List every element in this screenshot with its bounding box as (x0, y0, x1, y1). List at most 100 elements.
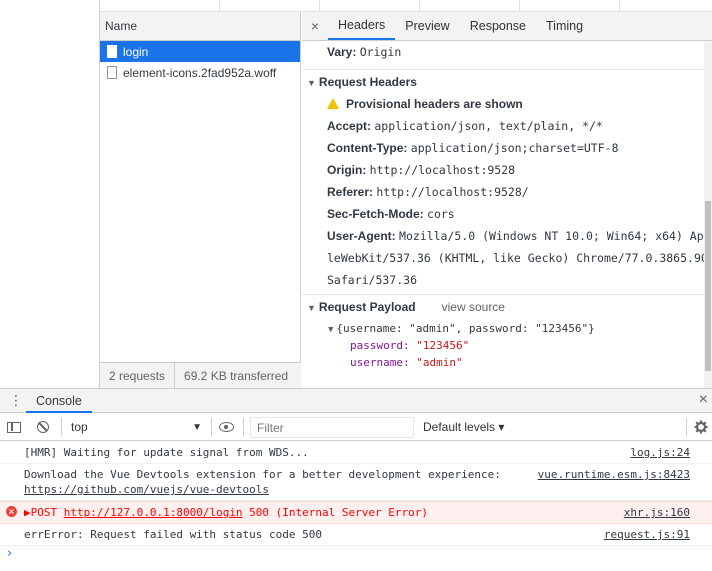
header-value: cors (427, 207, 455, 221)
header-value: Safari/537.36 (327, 273, 418, 287)
error-icon: × (6, 506, 17, 517)
header-key: Referer: (327, 185, 374, 199)
detail-scrollbar[interactable] (704, 41, 712, 388)
payload-value: "admin" (416, 356, 463, 369)
warning-text: Provisional headers are shown (346, 97, 523, 111)
request-detail-pane: × Headers Preview Response Timing Vary: … (302, 12, 712, 388)
section-title: Request Payload (318, 300, 416, 314)
header-key: User-Agent: (327, 229, 396, 243)
clear-console-button[interactable] (37, 413, 49, 441)
payload-summary[interactable]: ▼ {username: "admin", password: "123456"} (302, 320, 704, 337)
message-text: [HMR] Waiting for update signal from WDS… (24, 446, 309, 459)
scrollbar-thumb[interactable] (705, 201, 711, 371)
eye-icon (219, 422, 234, 432)
header-vary: Vary: Origin (302, 41, 704, 63)
provisional-warning: Provisional headers are shown (302, 93, 704, 115)
message-text: 500 (Internal Server Error) (242, 506, 428, 519)
name-column-header[interactable]: Name (100, 12, 300, 41)
section-title: Request Headers (318, 75, 417, 89)
clear-console-icon (37, 421, 49, 433)
gear-icon (694, 420, 708, 434)
view-source-link[interactable]: view source (442, 300, 505, 314)
context-selector[interactable]: top ▼ (71, 413, 206, 441)
header-key: Content-Type: (327, 141, 408, 155)
tab-console[interactable]: Console (26, 389, 92, 413)
tab-response[interactable]: Response (460, 12, 536, 40)
header-key: Accept: (327, 119, 372, 133)
header-key: Origin: (327, 163, 367, 177)
collapse-triangle-icon: ▼ (307, 303, 316, 313)
source-link[interactable]: xhr.js:160 (624, 505, 690, 520)
request-payload-section[interactable]: ▼ Request Payload view source (302, 294, 704, 318)
request-row-login[interactable]: login (100, 41, 300, 62)
header-user-agent-cont: leWebKit/537.36 (KHTML, like Gecko) Chro… (302, 247, 704, 269)
console-message: Download the Vue Devtools extension for … (0, 464, 712, 501)
header-value: http://localhost:9528/ (376, 185, 529, 199)
overview-divider (419, 0, 420, 12)
dropdown-arrow-icon: ▼ (192, 421, 202, 433)
sidebar-toggle-icon (7, 421, 21, 433)
network-summary-bar: 2 requests 69.2 KB transferred (100, 362, 301, 389)
divider (61, 418, 62, 436)
overview-divider (319, 0, 320, 12)
divider (243, 418, 244, 436)
headers-content: Vary: Origin ▼ Request Headers Provisiona… (302, 41, 704, 388)
header-value: http://localhost:9528 (369, 163, 516, 177)
header-content-type: Content-Type: application/json;charset=U… (302, 137, 704, 159)
sidebar-toggle-button[interactable] (7, 413, 21, 441)
tab-headers[interactable]: Headers (328, 12, 396, 40)
header-key: Vary: (327, 45, 357, 59)
file-icon (107, 45, 117, 58)
header-user-agent-cont: Safari/537.36 (302, 269, 704, 291)
close-detail-icon[interactable]: × (302, 12, 328, 40)
source-link[interactable]: request.js:91 (604, 527, 690, 542)
console-messages: [HMR] Waiting for update signal from WDS… (0, 442, 712, 571)
live-expression-button[interactable] (219, 413, 234, 441)
transferred-size: 69.2 KB transferred (184, 368, 289, 383)
waterfall-overview-strip (100, 0, 712, 12)
warning-icon (327, 98, 339, 109)
log-levels-dropdown[interactable]: Default levels ▾ (423, 413, 504, 441)
console-error-message[interactable]: × ▶POST http://127.0.0.1:8000/login 500 … (0, 501, 712, 524)
drawer-tabbar: ⋮ Console × (0, 388, 712, 413)
request-list: Name login element-icons.2fad952a.woff 2… (100, 12, 301, 389)
divider (211, 418, 212, 436)
request-name: element-icons.2fad952a.woff (123, 65, 277, 80)
header-value: Origin (359, 45, 402, 59)
payload-summary-text: {username: "admin", password: "123456"} (336, 322, 595, 335)
header-key: Sec-Fetch-Mode: (327, 207, 424, 221)
payload-field: username: "admin" (302, 354, 704, 371)
devtools-link[interactable]: https://github.com/vuejs/vue-devtools (24, 482, 690, 497)
overview-divider (519, 0, 520, 12)
payload-field: password: "123456" (302, 337, 704, 354)
filter-input[interactable] (250, 417, 414, 438)
more-menu-icon[interactable]: ⋮ (9, 393, 23, 407)
console-toolbar: top ▼ Default levels ▾ (0, 413, 712, 441)
request-row-woff[interactable]: element-icons.2fad952a.woff (100, 62, 300, 83)
payload-key: password: (350, 339, 410, 352)
header-accept: Accept: application/json, text/plain, */… (302, 115, 704, 137)
tab-preview[interactable]: Preview (395, 12, 459, 40)
source-link[interactable]: vue.runtime.esm.js:8423 (538, 467, 690, 482)
context-label: top (71, 420, 88, 434)
expand-triangle-icon: ▼ (328, 325, 334, 335)
header-value: application/json, text/plain, */* (374, 119, 603, 133)
request-method: ▶POST (24, 506, 64, 519)
console-prompt-line[interactable]: › (0, 546, 712, 564)
prompt-chevron-icon: › (7, 546, 13, 561)
header-value: application/json;charset=UTF-8 (410, 141, 619, 155)
console-settings-button[interactable] (694, 413, 708, 441)
request-count: 2 requests (109, 368, 166, 383)
left-gutter (0, 0, 100, 388)
close-drawer-icon[interactable]: × (699, 391, 708, 409)
header-value: leWebKit/537.36 (KHTML, like Gecko) Chro… (327, 251, 704, 265)
console-message: [HMR] Waiting for update signal from WDS… (0, 442, 712, 464)
header-value: Mozilla/5.0 (Windows NT 10.0; Win64; x64… (399, 229, 704, 243)
detail-tabbar: × Headers Preview Response Timing (302, 12, 712, 41)
divider (686, 418, 687, 436)
request-url-link[interactable]: http://127.0.0.1:8000/login (64, 506, 243, 519)
source-link[interactable]: log.js:24 (630, 445, 690, 460)
tab-timing[interactable]: Timing (536, 12, 593, 40)
payload-key: username: (350, 356, 410, 369)
request-headers-section[interactable]: ▼ Request Headers (302, 69, 704, 93)
